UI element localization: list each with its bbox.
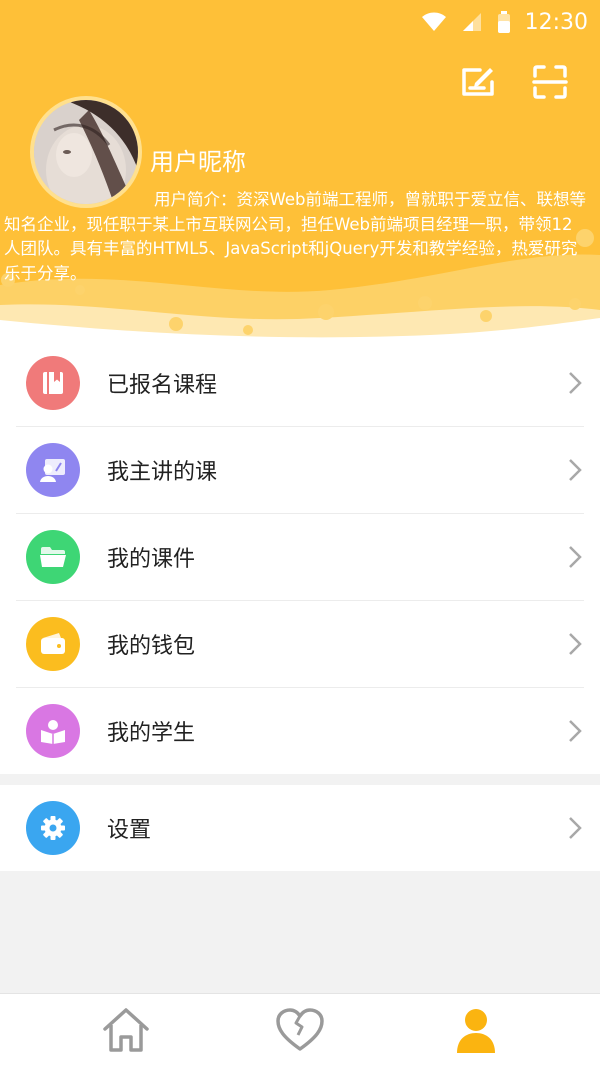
menu-label: 已报名课程 bbox=[107, 373, 218, 398]
chevron-right-icon bbox=[569, 372, 582, 394]
user-icon bbox=[457, 1009, 495, 1053]
tab-home[interactable] bbox=[100, 1006, 152, 1054]
menu-label: 设置 bbox=[107, 818, 152, 843]
menu-item-enrolled-courses[interactable]: 已报名课程 bbox=[16, 340, 584, 427]
scan-icon[interactable] bbox=[532, 64, 568, 100]
chevron-right-icon bbox=[569, 546, 582, 568]
chevron-right-icon bbox=[569, 817, 582, 839]
status-bar: 12:30 bbox=[421, 8, 588, 36]
chevron-right-icon bbox=[569, 720, 582, 742]
menu-label: 我主讲的课 bbox=[107, 460, 218, 485]
battery-icon bbox=[497, 11, 510, 33]
chevron-right-icon bbox=[569, 459, 582, 481]
heart-icon bbox=[276, 1008, 324, 1051]
menu-label: 我的课件 bbox=[107, 547, 196, 572]
teacher-icon bbox=[26, 443, 80, 497]
wifi-icon bbox=[421, 12, 446, 31]
menu-label: 我的学生 bbox=[107, 721, 196, 746]
menu-list: 已报名课程 我主讲的课 我的课件 我的钱包 我的学生 bbox=[0, 340, 600, 774]
gear-icon bbox=[26, 801, 80, 855]
clock: 12:30 bbox=[524, 9, 588, 35]
tab-favorites[interactable] bbox=[274, 1006, 326, 1054]
bottom-tab-bar bbox=[0, 993, 600, 1068]
user-intro: 用户简介：资深Web前端工程师，曾就职于爱立信、联想等知名企业，现任职于某上市互… bbox=[4, 190, 586, 283]
profile-header: 12:30 用户昵称 用户简介：资深Web前端工程师，曾就职于爱立信、联想等知名… bbox=[0, 0, 600, 345]
folder-icon bbox=[26, 530, 80, 584]
menu-item-settings[interactable]: 设置 bbox=[16, 785, 584, 871]
tab-profile[interactable] bbox=[450, 1006, 502, 1054]
menu-item-my-lectures[interactable]: 我主讲的课 bbox=[16, 427, 584, 514]
nickname[interactable]: 用户昵称 bbox=[150, 142, 246, 177]
home-icon bbox=[103, 1008, 149, 1052]
menu-item-my-wallet[interactable]: 我的钱包 bbox=[16, 601, 584, 688]
signal-icon bbox=[462, 13, 481, 31]
student-icon bbox=[26, 704, 80, 758]
book-icon bbox=[26, 356, 80, 410]
chevron-right-icon bbox=[569, 633, 582, 655]
menu-label: 我的钱包 bbox=[107, 634, 196, 659]
menu-item-my-students[interactable]: 我的学生 bbox=[16, 688, 584, 774]
menu-item-my-courseware[interactable]: 我的课件 bbox=[16, 514, 584, 601]
wallet-icon bbox=[26, 617, 80, 671]
edit-icon[interactable] bbox=[460, 64, 496, 100]
settings-section: 设置 bbox=[0, 785, 600, 871]
